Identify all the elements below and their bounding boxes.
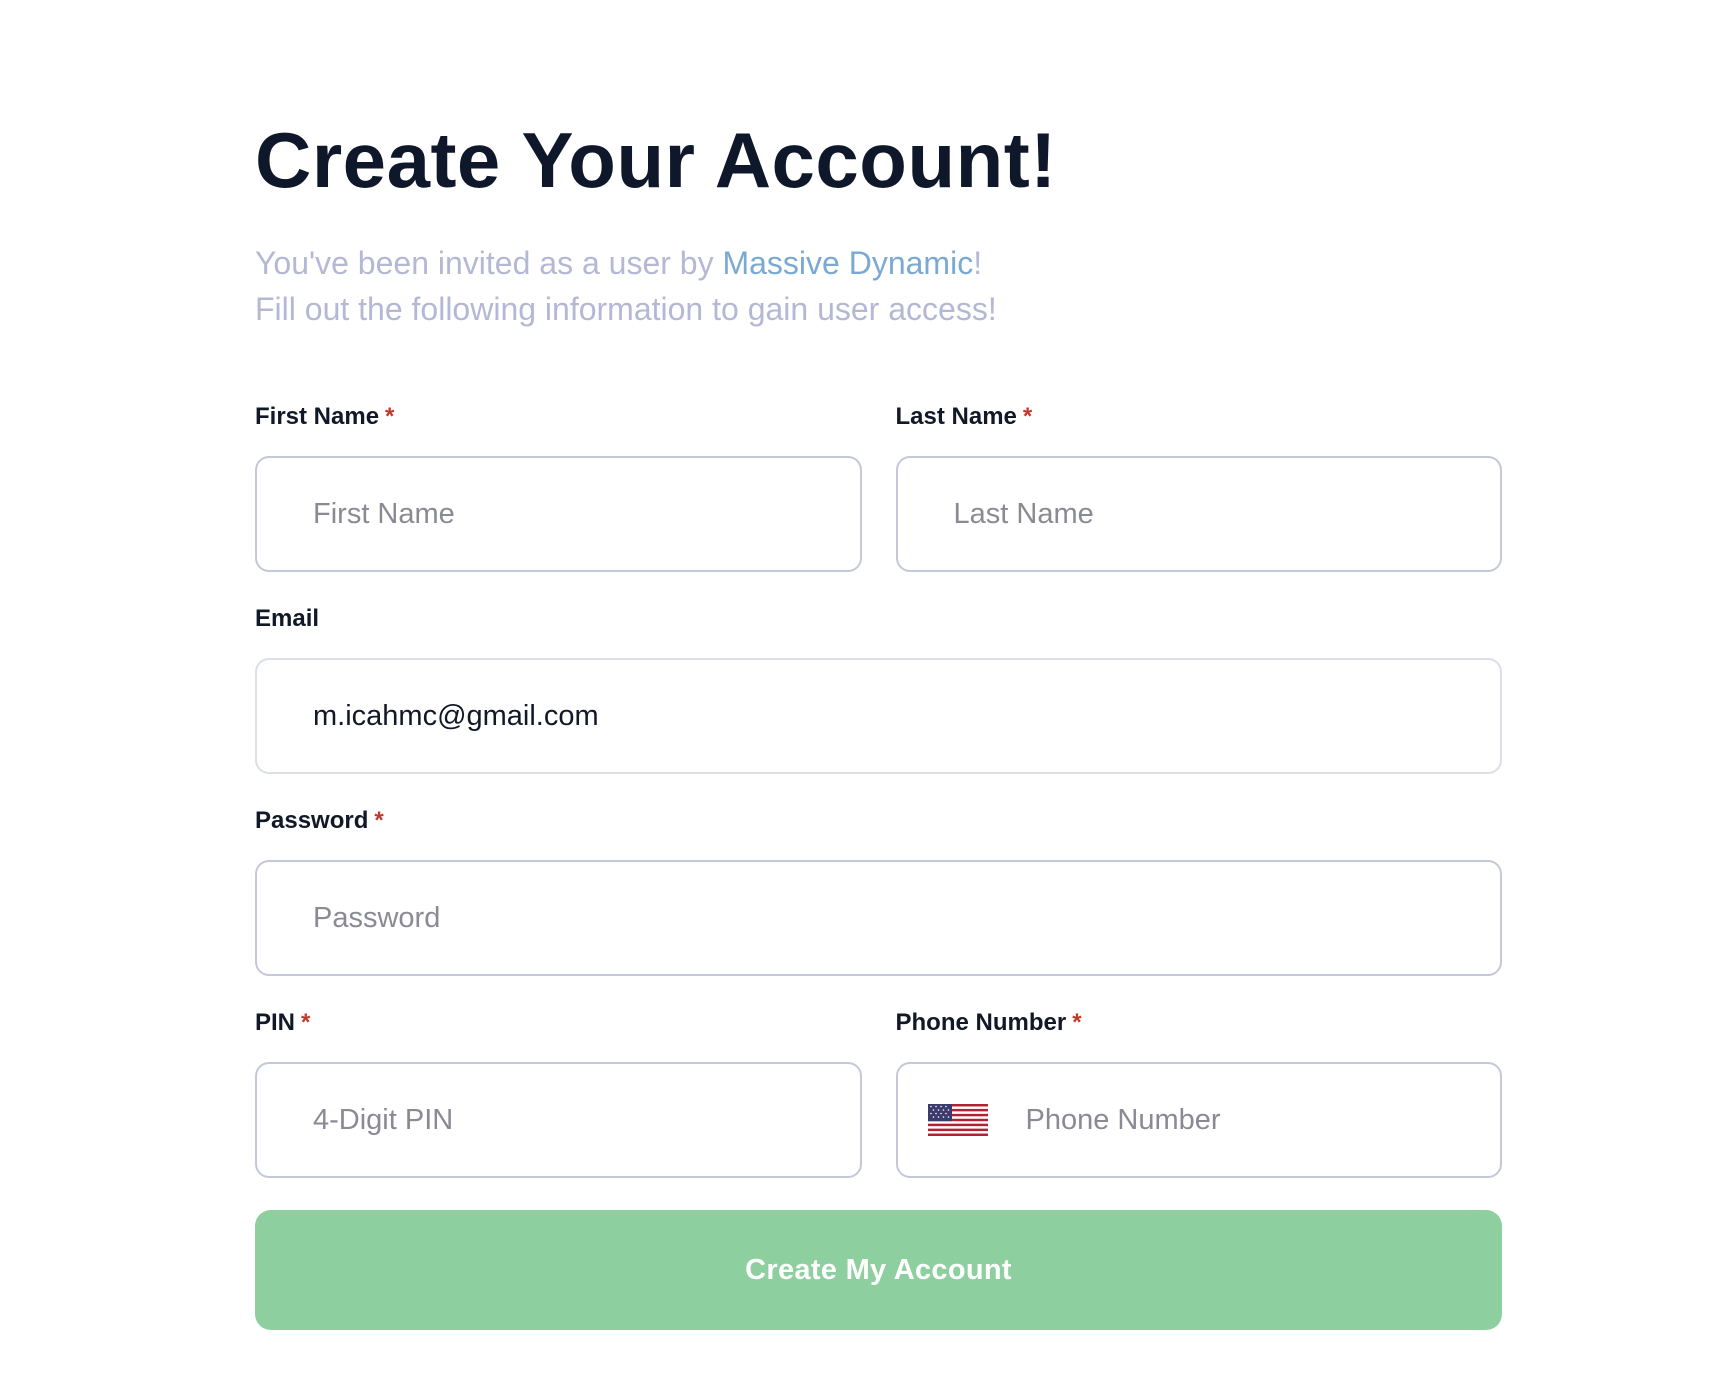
required-mark: * — [1072, 1009, 1082, 1036]
invite-suffix: ! — [973, 245, 983, 281]
first-name-input[interactable] — [255, 456, 862, 572]
email-label: Email — [255, 605, 320, 632]
instructions-line: Fill out the following information to ga… — [255, 291, 997, 327]
required-mark: * — [301, 1009, 311, 1036]
invite-line: You've been invited as a user by Massive… — [255, 240, 1502, 286]
form-fields: First Name* Last Name* Email Password* P… — [255, 402, 1502, 1330]
pin-input[interactable] — [255, 1062, 862, 1178]
email-input[interactable] — [255, 658, 1502, 774]
phone-input[interactable] — [987, 1064, 1500, 1176]
required-mark: * — [385, 403, 395, 430]
required-mark: * — [1022, 403, 1033, 430]
subtitle: You've been invited as a user by Massive… — [255, 240, 1502, 332]
phone-field: Phone Number * — [895, 1008, 1502, 1178]
us-flag-icon[interactable] — [927, 1104, 988, 1136]
required-mark: * — [374, 807, 384, 834]
organization-name: Massive Dynamic — [722, 245, 974, 281]
page: Create Your Account! You've been invited… — [0, 0, 1716, 1392]
invite-prefix: You've been invited as a user by — [255, 245, 723, 281]
pin-label: PIN * — [255, 1009, 311, 1036]
phone-input-box — [895, 1062, 1502, 1178]
signup-form: Create Your Account! You've been invited… — [255, 112, 1502, 1330]
password-label: Password * — [255, 807, 384, 834]
last-name-input[interactable] — [895, 456, 1502, 572]
pin-field: PIN * — [255, 1008, 862, 1178]
first-name-label: First Name * — [255, 403, 395, 430]
phone-label: Phone Number * — [895, 1009, 1082, 1036]
last-name-label: Last Name * — [895, 403, 1033, 430]
name-row: First Name* Last Name* — [255, 402, 1502, 572]
email-field: Email — [255, 604, 1502, 774]
password-field: Password * — [255, 806, 1502, 976]
pin-phone-row: PIN* Phone Number* — [255, 1008, 1502, 1178]
create-account-button[interactable]: Create My Account — [255, 1210, 1502, 1330]
last-name-field: Last Name * — [895, 402, 1502, 572]
first-name-field: First Name * — [255, 402, 862, 572]
page-title: Create Your Account! — [255, 116, 1057, 204]
password-input[interactable] — [255, 860, 1502, 976]
